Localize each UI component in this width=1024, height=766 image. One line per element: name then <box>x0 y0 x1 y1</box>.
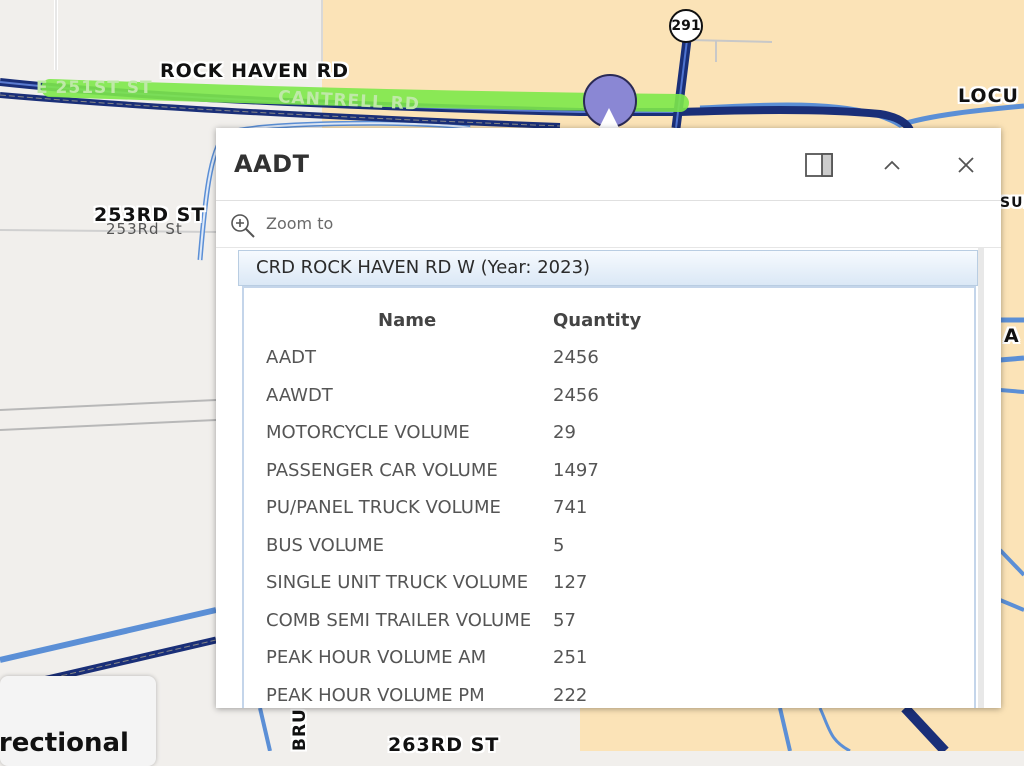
section-title: CRD ROCK HAVEN RD W (Year: 2023) <box>256 257 591 278</box>
close-button[interactable] <box>949 148 983 182</box>
table-row-qty: 127 <box>553 572 588 593</box>
map-label-e-251st-st: E 251ST ST <box>36 78 153 98</box>
map-label-253rd-st-minor: 253Rd St <box>106 220 183 238</box>
map-label-263rd-st: 263RD ST <box>388 734 500 756</box>
table-row-name: PU/PANEL TRUCK VOLUME <box>266 497 501 518</box>
table-row-name: AADT <box>266 347 316 368</box>
popup-pointer <box>598 108 620 130</box>
close-icon <box>958 157 974 173</box>
route-291-shield: 291 <box>669 9 703 43</box>
column-header-quantity: Quantity <box>553 310 642 331</box>
table-row-name: MOTORCYCLE VOLUME <box>266 422 470 443</box>
collapse-button[interactable] <box>875 148 909 182</box>
aadt-popup: AADT Zoom to CRD ROCK HAVEN RD W (Year: … <box>216 128 1001 708</box>
map-label-bru: BRU <box>290 708 310 751</box>
popup-title: AADT <box>234 150 310 178</box>
map-label-rock-haven-rd: ROCK HAVEN RD <box>160 60 349 82</box>
popup-header: AADT <box>216 128 1001 201</box>
table-row-name: PASSENGER CAR VOLUME <box>266 460 498 481</box>
legend-label: irectional <box>0 728 129 758</box>
zoom-to-action[interactable]: Zoom to <box>216 201 1001 248</box>
popup-content[interactable]: CRD ROCK HAVEN RD W (Year: 2023) Name Qu… <box>216 248 1001 708</box>
column-header-name: Name <box>378 310 437 331</box>
chevron-up-icon <box>884 160 900 170</box>
table-row-qty: 29 <box>553 422 576 443</box>
table-row-qty: 57 <box>553 610 576 631</box>
map-label-sub-partial: SUB <box>1000 195 1024 211</box>
table-row-qty: 5 <box>553 535 565 556</box>
table-row-name: BUS VOLUME <box>266 535 385 556</box>
map-label-locust: LOCU <box>958 85 1019 107</box>
zoom-to-label: Zoom to <box>266 214 334 233</box>
table-row-name: SINGLE UNIT TRUCK VOLUME <box>266 572 529 593</box>
table-row-qty: 251 <box>553 647 588 668</box>
table-row-qty: 741 <box>553 497 588 518</box>
table-row-qty: 222 <box>553 685 588 706</box>
popup-scrollbar[interactable] <box>978 248 984 708</box>
table-row-name: AAWDT <box>266 385 333 406</box>
table-row-name: PEAK HOUR VOLUME AM <box>266 647 487 668</box>
section-title-bar: CRD ROCK HAVEN RD W (Year: 2023) <box>238 250 978 286</box>
zoom-in-icon <box>231 214 255 238</box>
dock-button[interactable] <box>802 148 836 182</box>
dock-side-icon <box>805 153 833 177</box>
legend-panel[interactable]: irectional <box>0 676 156 766</box>
table-row-name: PEAK HOUR VOLUME PM <box>266 685 485 706</box>
table-row-qty: 1497 <box>553 460 599 481</box>
table-row-name: COMB SEMI TRAILER VOLUME <box>266 610 532 631</box>
table-row-qty: 2456 <box>553 385 599 406</box>
table-row-qty: 2456 <box>553 347 599 368</box>
map-label-a-partial: A <box>1004 325 1020 347</box>
volume-table: Name Quantity AADT 2456 AAWDT 2456 MOTOR… <box>242 286 976 708</box>
